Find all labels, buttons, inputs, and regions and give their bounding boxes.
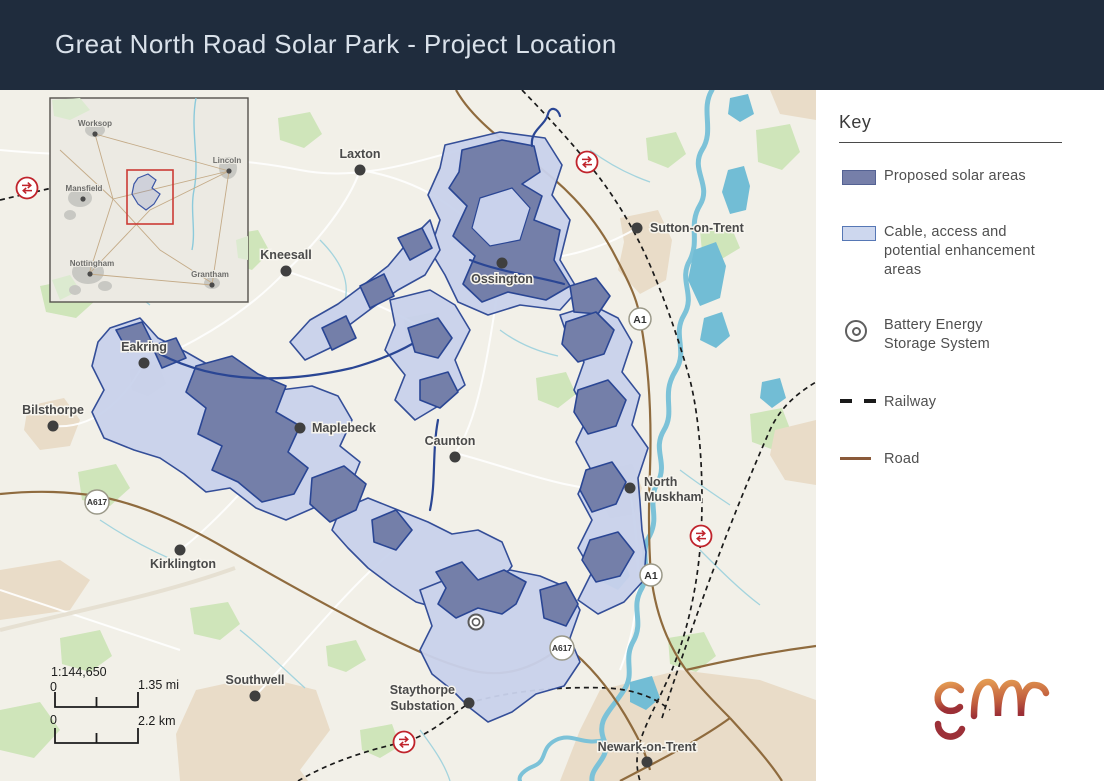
railway-dash xyxy=(840,399,852,403)
place-label: Sutton-on-Trent xyxy=(650,221,745,235)
legend-label-cable-line2: potential enhancement xyxy=(884,242,1035,261)
place-label: Eakring xyxy=(121,340,167,354)
legend-label-cable: Cable, access and potential enhancement … xyxy=(884,223,1035,280)
railway-icon xyxy=(840,399,876,403)
legend-label-bess-line1: Battery Energy xyxy=(884,316,990,335)
rail-station-icon xyxy=(577,152,598,173)
bess-marker xyxy=(469,615,484,630)
gnr-logo xyxy=(934,676,1066,751)
solar-area-swatch xyxy=(842,170,876,185)
map-canvas: A1 A1 A617 A617 Laxton Kneesa xyxy=(0,90,816,781)
logo-nr-strokes xyxy=(974,682,1046,716)
inset-label-lincoln: Lincoln xyxy=(213,156,242,165)
legend-label-bess-line2: Storage System xyxy=(884,335,990,354)
scale-ratio: 1:144,650 xyxy=(51,665,107,679)
key-divider xyxy=(839,142,1062,143)
legend-label-railway: Railway xyxy=(884,393,936,412)
place-label: Caunton xyxy=(425,434,476,448)
page-title: Great North Road Solar Park - Project Lo… xyxy=(55,29,617,60)
page: Great North Road Solar Park - Project Lo… xyxy=(0,0,1104,781)
legend-label-solar: Proposed solar areas xyxy=(884,167,1026,186)
place-label: Muskham xyxy=(644,490,702,504)
road-badge-a617: A617 xyxy=(85,490,109,514)
key-panel: Key Proposed solar areas Cable, access a… xyxy=(816,90,1104,781)
inset-label-grantham: Grantham xyxy=(191,270,229,279)
logo-g-tail xyxy=(938,724,962,737)
road-badge-label: A617 xyxy=(87,497,108,507)
legend-label-cable-line3: areas xyxy=(884,261,1035,280)
place-label: Staythorpe xyxy=(390,683,455,697)
place-label: Newark-on-Trent xyxy=(598,740,697,754)
bess-icon xyxy=(845,320,867,342)
header-bar: Great North Road Solar Park - Project Lo… xyxy=(0,0,1104,90)
road-badge-a1: A1 xyxy=(640,564,662,586)
scale-km-start: 0 xyxy=(50,713,57,727)
legend-label-road: Road xyxy=(884,450,919,469)
place-label: Laxton xyxy=(340,147,381,161)
place-label: Kirklington xyxy=(150,557,216,571)
railway-dash xyxy=(864,399,876,403)
inset-map: Worksop Mansfield Nottingham Lincoln Gra… xyxy=(50,98,248,302)
legend-label-bess: Battery Energy Storage System xyxy=(884,316,990,354)
inset-label-worksop: Worksop xyxy=(78,119,112,128)
rail-station-icon xyxy=(17,178,38,199)
scale-km-end: 2.2 km xyxy=(138,714,176,728)
place-label: Kneesall xyxy=(260,248,311,262)
place-label: North xyxy=(644,475,677,489)
place-label: Southwell xyxy=(225,673,284,687)
rail-station-icon xyxy=(394,732,415,753)
road-icon xyxy=(840,457,871,460)
scale-mi-end: 1.35 mi xyxy=(138,678,179,692)
scale-mi-start: 0 xyxy=(50,680,57,694)
road-badge-label: A1 xyxy=(633,314,647,326)
road-badge-a617: A617 xyxy=(550,636,574,660)
cable-area-swatch xyxy=(842,226,876,241)
inset-label-mansfield: Mansfield xyxy=(66,184,103,193)
rail-station-icon xyxy=(691,526,712,547)
place-label: Ossington xyxy=(471,272,533,286)
inset-label-nottingham: Nottingham xyxy=(70,259,114,268)
key-title: Key xyxy=(839,112,871,133)
bess-icon-inner xyxy=(852,327,861,336)
road-badge-label: A617 xyxy=(552,643,573,653)
road-badge-a1: A1 xyxy=(629,308,651,330)
place-label: Maplebeck xyxy=(312,421,376,435)
place-label: Bilsthorpe xyxy=(22,403,84,417)
project-location-map: A1 A1 A617 A617 Laxton Kneesa xyxy=(0,90,816,781)
place-label: Substation xyxy=(390,699,455,713)
legend-label-cable-line1: Cable, access and xyxy=(884,223,1035,242)
logo-g-bowl xyxy=(938,685,961,711)
road-badge-label: A1 xyxy=(644,570,658,582)
